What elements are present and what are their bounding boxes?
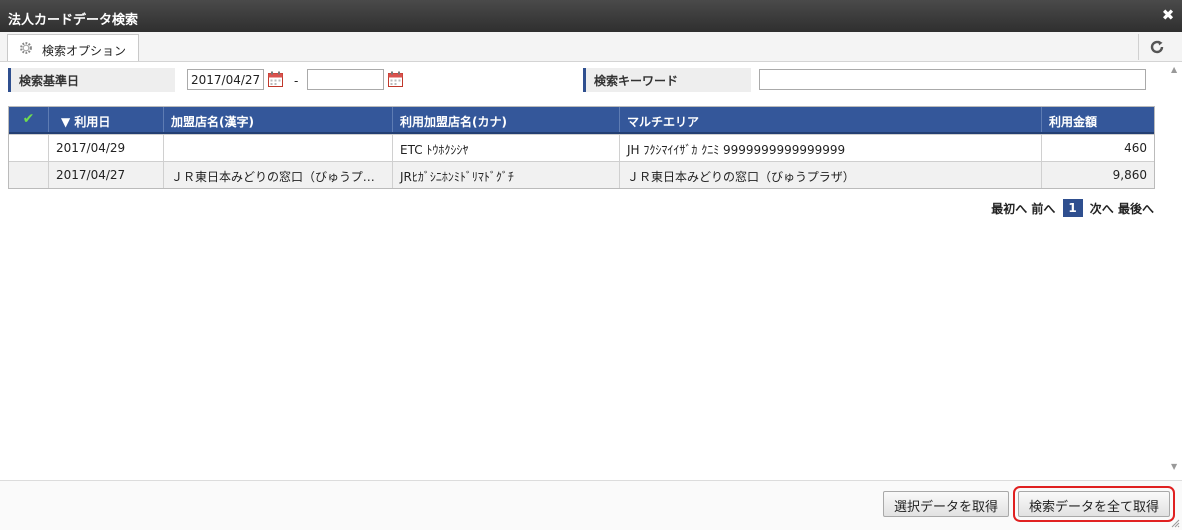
column-header-merchant-kanji[interactable]: 加盟店名(漢字) [163, 107, 392, 132]
pager-last-link[interactable]: 最後へ [1118, 200, 1154, 217]
refresh-button[interactable] [1138, 34, 1174, 60]
cell-merchant-kanji: ＪＲ東日本みどりの窓口（びゅうプラ… [163, 162, 392, 188]
pagination: 最初へ 前へ 1 次へ 最後へ [991, 199, 1154, 219]
gear-icon [20, 42, 32, 54]
date-to-input[interactable] [307, 69, 384, 90]
cell-merchant-kanji [163, 135, 392, 161]
get-all-search-data-button[interactable]: 検索データを全て取得 [1012, 486, 1176, 522]
date-from-input[interactable] [187, 69, 264, 90]
close-icon[interactable]: ✖ [1161, 7, 1175, 23]
cell-date: 2017/04/29 [48, 135, 163, 161]
pager-first-link[interactable]: 最初へ [991, 200, 1027, 217]
base-date-label: 検索基準日 [8, 68, 175, 92]
pager-current-page[interactable]: 1 [1062, 199, 1083, 217]
calendar-icon[interactable] [388, 71, 403, 87]
tab-search-options[interactable]: 検索オプション [7, 34, 139, 61]
toolbar: 検索オプション [0, 32, 1182, 62]
cell-merchant-kana: ETC ﾄｳﾎｸｼｼﾔ [392, 135, 619, 161]
pager-prev-link[interactable]: 前へ [1031, 200, 1055, 217]
scroll-up-icon[interactable]: ▲ [1171, 65, 1179, 74]
pager-next-link[interactable]: 次へ [1090, 200, 1114, 217]
column-header-amount[interactable]: 利用金額 [1041, 107, 1154, 132]
row-select-cell[interactable] [9, 135, 48, 161]
results-table: ✔ ▼ 利用日 加盟店名(漢字) 利用加盟店名(カナ) マルチエリア 利用金額 … [8, 106, 1155, 189]
cell-multi-area: JH ﾌｸｼﾏｲｲｻﾞｶ ｸﾆﾐ 9999999999999999 [619, 135, 1041, 161]
scroll-down-icon[interactable]: ▼ [1171, 462, 1179, 471]
table-header: ✔ ▼ 利用日 加盟店名(漢字) 利用加盟店名(カナ) マルチエリア 利用金額 [9, 107, 1154, 134]
dialog-footer: 選択データを取得 検索データを全て取得 [0, 480, 1182, 530]
get-selected-data-button[interactable]: 選択データを取得 [883, 491, 1010, 517]
row-select-cell[interactable] [9, 162, 48, 188]
table-row[interactable]: 2017/04/29 ETC ﾄｳﾎｸｼｼﾔ JH ﾌｸｼﾏｲｲｻﾞｶ ｸﾆﾐ … [9, 134, 1154, 161]
column-header-date[interactable]: ▼ 利用日 [48, 107, 163, 132]
cell-date: 2017/04/27 [48, 162, 163, 188]
keyword-label: 検索キーワード [583, 68, 751, 92]
table-row[interactable]: 2017/04/27 ＪＲ東日本みどりの窓口（びゅうプラ… JRﾋｶﾞｼﾆﾎﾝﾐ… [9, 161, 1154, 188]
cell-amount: 9,860 [1041, 162, 1154, 188]
date-range-separator: - [294, 74, 299, 88]
vertical-scrollbar[interactable]: ▲ ▼ [1168, 63, 1182, 473]
tab-label: 検索オプション [42, 44, 127, 58]
window-titlebar: 法人カードデータ検索 ✖ [0, 0, 1182, 32]
window-title: 法人カードデータ検索 [8, 13, 139, 28]
refresh-icon [1150, 40, 1164, 54]
check-icon[interactable]: ✔ [9, 107, 48, 132]
resize-handle-icon[interactable] [1170, 518, 1180, 528]
cell-multi-area: ＪＲ東日本みどりの窓口（びゅうプラザ） [619, 162, 1041, 188]
cell-amount: 460 [1041, 135, 1154, 161]
keyword-input[interactable] [759, 69, 1146, 90]
calendar-icon[interactable] [268, 71, 283, 87]
column-header-merchant-kana[interactable]: 利用加盟店名(カナ) [392, 107, 619, 132]
search-filters: 検索基準日 - 検索キーワード [8, 66, 1154, 94]
column-header-multi-area[interactable]: マルチエリア [619, 107, 1041, 132]
cell-merchant-kana: JRﾋｶﾞｼﾆﾎﾝﾐﾄﾞﾘﾏﾄﾞｸﾞﾁ [392, 162, 619, 188]
